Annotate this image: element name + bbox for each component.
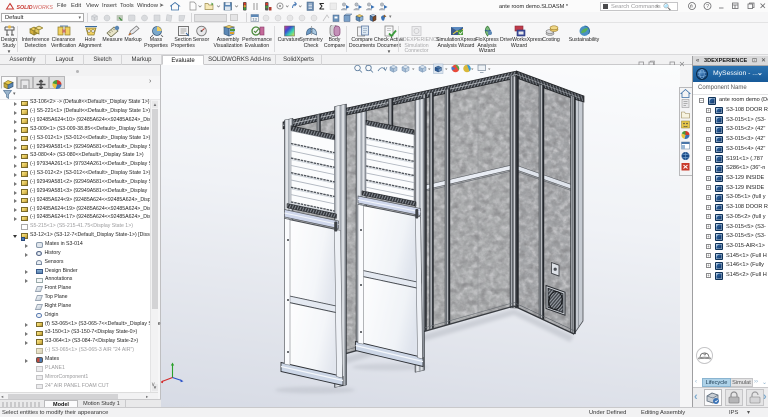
svg-text:13: 13 [252,17,257,22]
svg-text:Σ: Σ [319,2,325,12]
svg-text:SOLID: SOLID [17,4,33,10]
svg-text:WORKS: WORKS [33,4,53,10]
svg-text:?: ? [706,4,709,10]
